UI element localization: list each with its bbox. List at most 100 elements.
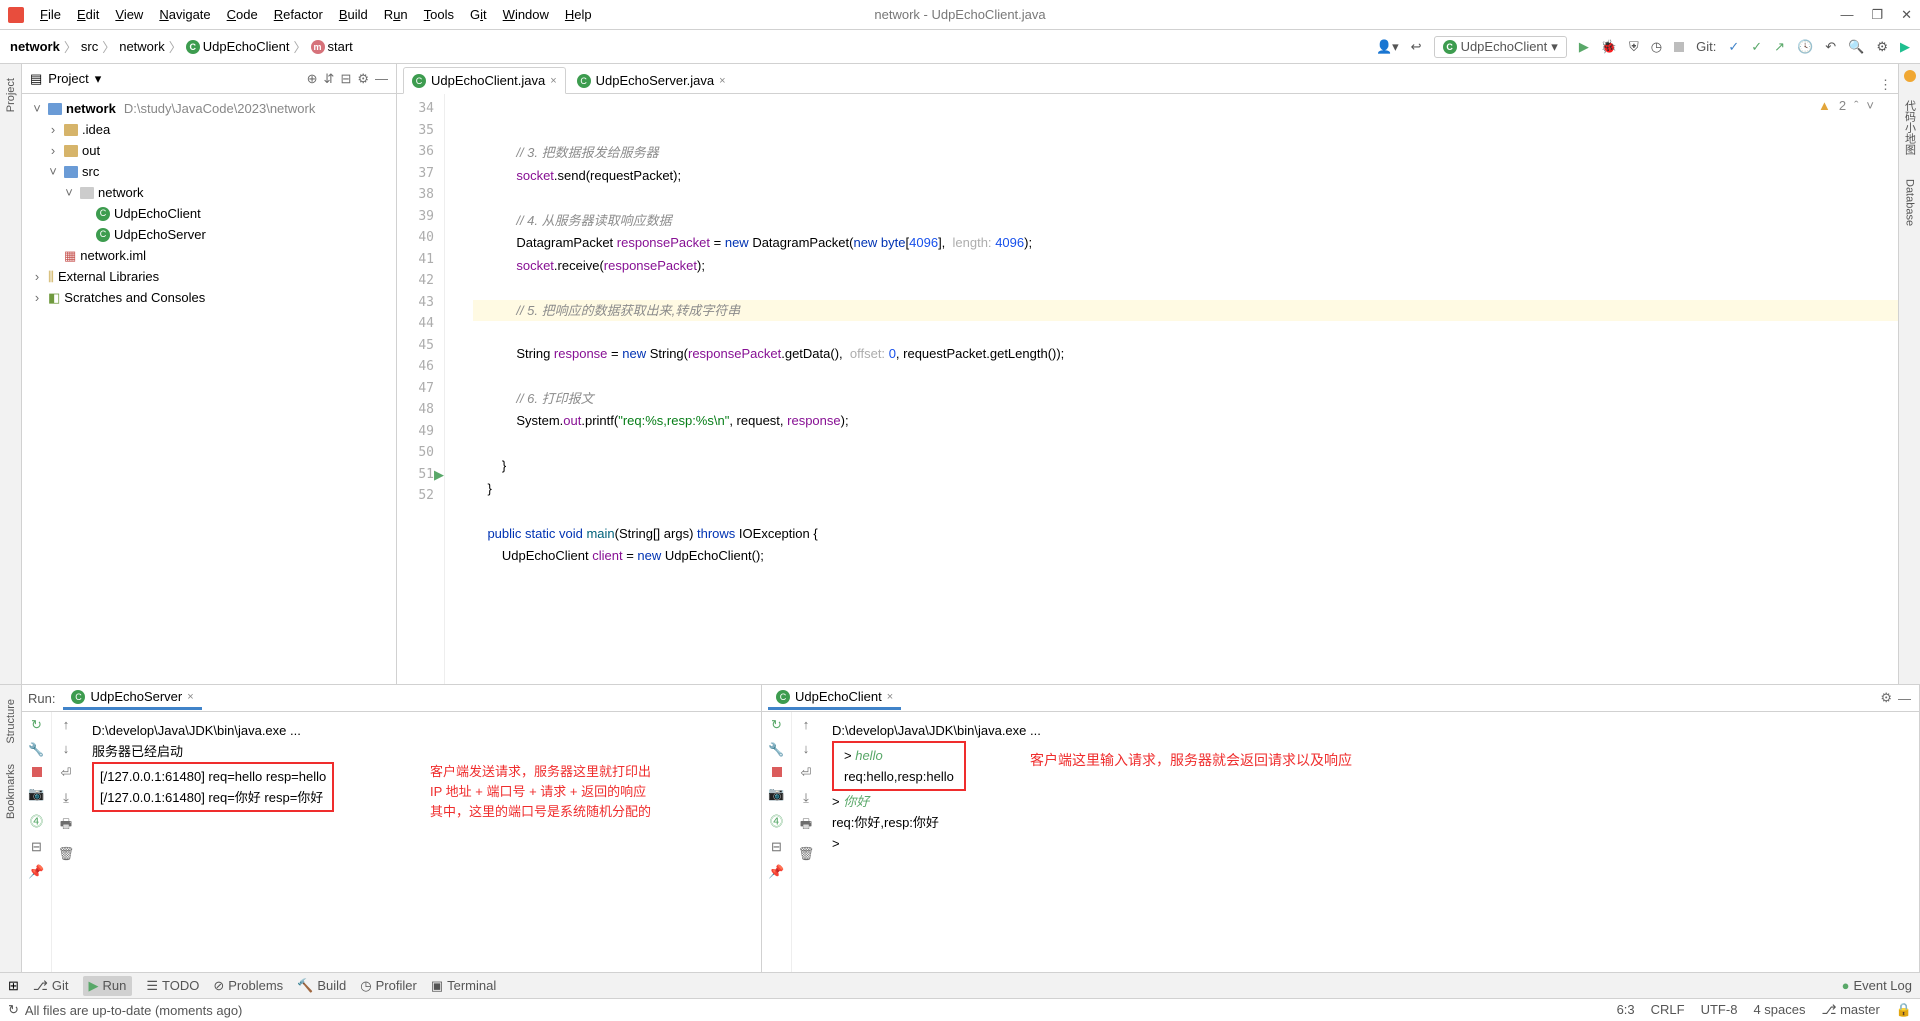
pin-icon[interactable]: 📌 bbox=[28, 864, 44, 880]
event-log-tab[interactable]: ● Event Log bbox=[1842, 978, 1912, 993]
structure-tab[interactable]: Structure bbox=[3, 689, 19, 754]
gear-icon[interactable]: ⚙ bbox=[357, 71, 369, 87]
close-button[interactable]: ✕ bbox=[1901, 7, 1912, 23]
menu-window[interactable]: Window bbox=[497, 5, 555, 24]
git-branch[interactable]: ⎇ master bbox=[1821, 1002, 1879, 1018]
back-button[interactable]: ↩ bbox=[1411, 39, 1422, 55]
scroll-icon[interactable]: ⤓ bbox=[63, 790, 69, 806]
git-revert-button[interactable]: ↶ bbox=[1825, 39, 1836, 55]
clear-icon[interactable]: 🗑 bbox=[798, 846, 815, 862]
project-tree[interactable]: ˅networkD:\study\JavaCode\2023\network ›… bbox=[22, 94, 396, 684]
bookmarks-tab[interactable]: Bookmarks bbox=[3, 754, 19, 829]
stop-button[interactable] bbox=[1674, 42, 1684, 52]
terminal-tab[interactable]: ▣ Terminal bbox=[431, 978, 496, 994]
git-tab[interactable]: ⎇ Git bbox=[33, 978, 69, 994]
database-tab[interactable]: Database bbox=[1902, 167, 1918, 238]
todo-tab[interactable]: ☰ TODO bbox=[146, 978, 199, 994]
tree-file[interactable]: network.iml bbox=[80, 246, 146, 265]
tree-folder[interactable]: .idea bbox=[82, 120, 110, 139]
codeglance-tab[interactable]: 代码小地图 bbox=[1900, 88, 1920, 167]
breadcrumb-item[interactable]: CUdpEchoClient bbox=[186, 39, 290, 54]
menu-git[interactable]: Git bbox=[464, 5, 493, 24]
hide-icon[interactable]: — bbox=[1898, 691, 1911, 706]
stop-icon[interactable] bbox=[32, 767, 42, 777]
tree-root[interactable]: network bbox=[66, 99, 116, 118]
wrap-icon[interactable]: ⏎ bbox=[61, 765, 72, 781]
exit-icon[interactable]: ⓸ bbox=[30, 811, 43, 830]
build-tab[interactable]: 🔨 Build bbox=[297, 978, 346, 994]
close-tab-icon[interactable]: × bbox=[550, 75, 556, 87]
debug-button[interactable]: 🐞 bbox=[1601, 39, 1617, 55]
menu-run[interactable]: Run bbox=[378, 5, 414, 24]
code-editor[interactable]: 343536373839404142434445464748495051 ▶52… bbox=[397, 94, 1898, 684]
exit-icon[interactable]: ⓸ bbox=[770, 811, 783, 830]
user-icon[interactable]: 👤▾ bbox=[1376, 39, 1399, 55]
git-history-button[interactable]: 🕓 bbox=[1797, 39, 1813, 55]
project-tool-tab[interactable]: Project bbox=[3, 68, 19, 122]
breadcrumb-item[interactable]: network bbox=[10, 39, 60, 54]
menu-view[interactable]: View bbox=[109, 5, 149, 24]
select-opened-file-icon[interactable]: ⊕ bbox=[307, 71, 318, 87]
up-icon[interactable]: ↑ bbox=[63, 717, 70, 732]
problems-tab[interactable]: ⊘ Problems bbox=[213, 978, 283, 994]
tree-scratches[interactable]: Scratches and Consoles bbox=[64, 288, 205, 307]
close-tab-icon[interactable]: × bbox=[719, 75, 725, 87]
run-config-select[interactable]: C UdpEchoClient ▾ bbox=[1434, 36, 1567, 58]
client-console[interactable]: D:\develop\Java\JDK\bin\java.exe ... > h… bbox=[820, 712, 1919, 972]
hide-panel-icon[interactable]: — bbox=[375, 71, 388, 86]
layout-icon[interactable]: ⊟ bbox=[31, 839, 42, 855]
server-console[interactable]: D:\develop\Java\JDK\bin\java.exe ... 服务器… bbox=[80, 712, 761, 972]
notifications-icon[interactable] bbox=[1904, 70, 1916, 82]
run-tab[interactable]: ▶ Run bbox=[83, 976, 133, 996]
run-tab-server[interactable]: CUdpEchoServer× bbox=[63, 686, 201, 710]
search-button[interactable]: 🔍 bbox=[1848, 39, 1864, 55]
profiler-tab[interactable]: ◷ Profiler bbox=[360, 978, 417, 994]
breadcrumb-item[interactable]: mstart bbox=[311, 39, 353, 54]
breadcrumb-item[interactable]: src bbox=[81, 39, 98, 54]
inspections-widget[interactable]: ▲2 ˆ˅ bbox=[1818, 98, 1874, 113]
tree-file[interactable]: UdpEchoClient bbox=[114, 204, 201, 223]
project-view-label[interactable]: Project bbox=[48, 71, 88, 86]
menu-build[interactable]: Build bbox=[333, 5, 374, 24]
indent-info[interactable]: 4 spaces bbox=[1753, 1002, 1805, 1018]
pin-icon[interactable]: 📌 bbox=[768, 864, 784, 880]
maximize-button[interactable]: ❐ bbox=[1871, 7, 1883, 23]
tree-folder[interactable]: out bbox=[82, 141, 100, 160]
scroll-icon[interactable]: ⤓ bbox=[803, 790, 809, 806]
run-tab-client[interactable]: CUdpEchoClient× bbox=[768, 686, 901, 710]
camera-icon[interactable]: 📷 bbox=[768, 786, 784, 802]
git-commit-button[interactable]: ✓ bbox=[1751, 39, 1762, 55]
rerun-icon[interactable]: ↻ bbox=[771, 717, 782, 733]
tool-windows-icon[interactable]: ⊞ bbox=[8, 978, 19, 994]
lock-icon[interactable]: 🔒 bbox=[1896, 1002, 1912, 1018]
tools-icon[interactable]: 🔧 bbox=[768, 742, 784, 758]
editor-tab[interactable]: CUdpEchoClient.java× bbox=[403, 67, 566, 94]
menu-refactor[interactable]: Refactor bbox=[268, 5, 329, 24]
layout-icon[interactable]: ⊟ bbox=[771, 839, 782, 855]
menu-help[interactable]: Help bbox=[559, 5, 598, 24]
print-icon[interactable]: 🖶 bbox=[60, 815, 72, 837]
file-encoding[interactable]: UTF-8 bbox=[1701, 1002, 1738, 1018]
menu-edit[interactable]: Edit bbox=[71, 5, 105, 24]
project-view-icon[interactable]: ▤ bbox=[30, 71, 42, 87]
menu-code[interactable]: Code bbox=[221, 5, 264, 24]
up-icon[interactable]: ↑ bbox=[803, 717, 810, 732]
menu-tools[interactable]: Tools bbox=[418, 5, 460, 24]
down-icon[interactable]: ↓ bbox=[63, 741, 70, 756]
profile-button[interactable]: ◷ bbox=[1651, 39, 1662, 55]
breadcrumb-item[interactable]: network bbox=[119, 39, 165, 54]
stop-icon[interactable] bbox=[772, 767, 782, 777]
clear-icon[interactable]: 🗑 bbox=[58, 846, 75, 862]
run-button[interactable]: ▶ bbox=[1579, 39, 1589, 55]
expand-all-icon[interactable]: ⇵ bbox=[324, 71, 335, 87]
tools-icon[interactable]: 🔧 bbox=[28, 742, 44, 758]
editor-tab[interactable]: CUdpEchoServer.java× bbox=[568, 67, 735, 93]
status-icon[interactable]: ↻ bbox=[8, 1002, 19, 1018]
camera-icon[interactable]: 📷 bbox=[28, 786, 44, 802]
collapse-all-icon[interactable]: ⊟ bbox=[340, 71, 351, 87]
caret-position[interactable]: 6:3 bbox=[1617, 1002, 1635, 1018]
line-separator[interactable]: CRLF bbox=[1651, 1002, 1685, 1018]
git-pull-button[interactable]: ✓ bbox=[1728, 39, 1739, 55]
tree-package[interactable]: network bbox=[98, 183, 144, 202]
tree-file[interactable]: UdpEchoServer bbox=[114, 225, 206, 244]
